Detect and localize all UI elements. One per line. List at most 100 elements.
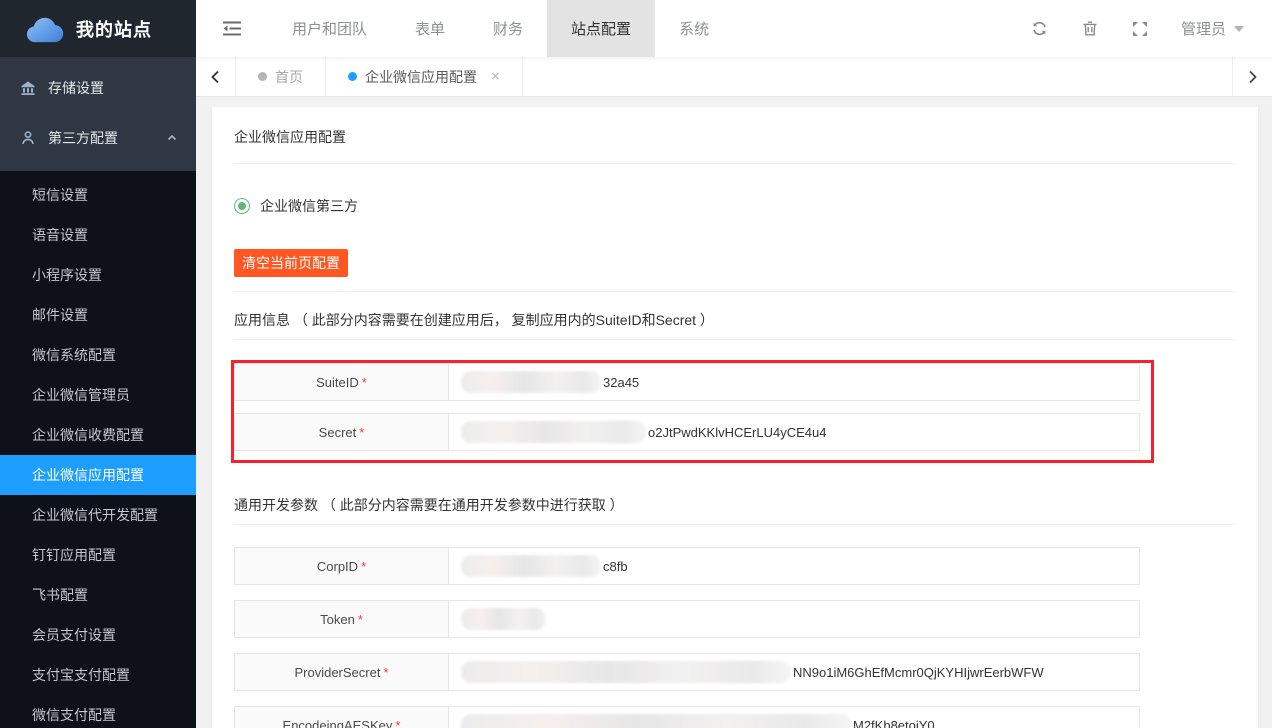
tabs-scroll-left-button[interactable] bbox=[196, 57, 236, 96]
sidebar-item-wecom-admin[interactable]: 企业微信管理员 bbox=[0, 375, 196, 415]
tab-bar: 首页 企业微信应用配置 × bbox=[196, 57, 1272, 97]
chevron-right-icon bbox=[1247, 70, 1258, 84]
field-row-providersecret: ProviderSecret * NN9o1iM6GhEfMcmr0QjKYHI… bbox=[234, 653, 1140, 691]
chevron-left-icon bbox=[210, 70, 221, 84]
nav-item-system[interactable]: 系统 bbox=[655, 0, 733, 57]
nav-item-forms[interactable]: 表单 bbox=[391, 0, 469, 57]
providersecret-input[interactable]: NN9o1iM6GhEfMcmr0QjKYHIjwrEerbWFW bbox=[449, 654, 1139, 690]
sidebar-group-label: 存储设置 bbox=[48, 78, 104, 98]
fullscreen-icon bbox=[1132, 21, 1148, 37]
field-label-text: ProviderSecret bbox=[294, 665, 380, 680]
required-asterisk: * bbox=[362, 375, 367, 390]
sidebar-item-mail[interactable]: 邮件设置 bbox=[0, 295, 196, 335]
main-content: 企业微信应用配置 企业微信第三方 清空当前页配置 应用信息 （ 此部分内容需要在… bbox=[196, 97, 1272, 728]
encodeingaeskey-input[interactable]: M2fKb8etoiY0 bbox=[449, 707, 1139, 728]
common-params-rows: CorpID * c8fb Token * bbox=[234, 547, 1236, 728]
user-menu[interactable]: 管理员 bbox=[1165, 18, 1254, 39]
field-row-encodeingaeskey: EncodeingAESKey * M2fKb8etoiY0 bbox=[234, 706, 1140, 728]
tabs-scroll-right-button[interactable] bbox=[1232, 57, 1272, 96]
required-asterisk: * bbox=[383, 665, 388, 680]
tab-dot bbox=[348, 72, 357, 81]
user-name: 管理员 bbox=[1181, 18, 1226, 39]
sidebar-item-wecom-billing[interactable]: 企业微信收费配置 bbox=[0, 415, 196, 455]
field-label: EncodeingAESKey * bbox=[235, 707, 449, 728]
app-root: 我的站点 存储设置 第三方配置 bbox=[0, 0, 1272, 728]
trash-icon bbox=[1082, 20, 1098, 37]
field-row-secret: Secret * o2JtPwdKKlvHCErLU4yCE4u4 bbox=[234, 413, 1140, 451]
clear-cache-button[interactable] bbox=[1065, 0, 1115, 57]
field-label-text: Secret bbox=[319, 425, 357, 440]
nav-item-finance[interactable]: 财务 bbox=[469, 0, 547, 57]
sidebar-item-wecom-app-config[interactable]: 企业微信应用配置 bbox=[0, 455, 196, 495]
menu-fold-button[interactable] bbox=[196, 0, 268, 57]
top-nav: 用户和团队 表单 财务 站点配置 系统 bbox=[268, 0, 733, 57]
section-heading-app-info: 应用信息 （ 此部分内容需要在创建应用后， 复制应用内的SuiteID和Secr… bbox=[234, 310, 1236, 330]
required-asterisk: * bbox=[361, 559, 366, 574]
suiteid-input[interactable]: 32a45 bbox=[449, 364, 1139, 400]
field-value-text: NN9o1iM6GhEfMcmr0QjKYHIjwrEerbWFW bbox=[793, 665, 1044, 680]
bank-icon bbox=[20, 80, 36, 96]
sidebar-item-member-pay[interactable]: 会员支付设置 bbox=[0, 615, 196, 655]
field-value-text: c8fb bbox=[603, 559, 628, 574]
corpid-input[interactable]: c8fb bbox=[449, 548, 1139, 584]
required-asterisk: * bbox=[359, 425, 364, 440]
provider-radio-row: 企业微信第三方 bbox=[234, 196, 1236, 216]
field-label-text: SuiteID bbox=[316, 375, 359, 390]
tab-label: 首页 bbox=[275, 67, 303, 87]
redacted-value bbox=[461, 608, 546, 630]
secret-input[interactable]: o2JtPwdKKlvHCErLU4yCE4u4 bbox=[449, 414, 1139, 450]
cloud-icon bbox=[22, 14, 64, 44]
radio-dot bbox=[238, 202, 246, 210]
sidebar: 我的站点 存储设置 第三方配置 bbox=[0, 0, 196, 728]
caret-down-icon bbox=[1234, 26, 1244, 32]
radio-wecom-thirdparty[interactable] bbox=[234, 198, 250, 214]
nav-item-site-config[interactable]: 站点配置 bbox=[547, 0, 655, 57]
redacted-value bbox=[461, 555, 601, 577]
brand-title: 我的站点 bbox=[76, 16, 152, 42]
field-value-text: 32a45 bbox=[603, 375, 639, 390]
brand-logo[interactable]: 我的站点 bbox=[0, 0, 196, 57]
highlighted-fields-group: SuiteID * 32a45 Secret * o2JtP bbox=[231, 360, 1154, 463]
refresh-button[interactable] bbox=[1015, 0, 1065, 57]
sidebar-item-feishu[interactable]: 飞书配置 bbox=[0, 575, 196, 615]
sidebar-groups: 存储设置 第三方配置 bbox=[0, 57, 196, 171]
required-asterisk: * bbox=[358, 612, 363, 627]
field-row-suiteid: SuiteID * 32a45 bbox=[234, 363, 1140, 401]
fullscreen-button[interactable] bbox=[1115, 0, 1165, 57]
top-header: 用户和团队 表单 财务 站点配置 系统 bbox=[196, 0, 1272, 57]
sidebar-item-wechat-system[interactable]: 微信系统配置 bbox=[0, 335, 196, 375]
nav-item-users-teams[interactable]: 用户和团队 bbox=[268, 0, 391, 57]
sidebar-submenu: 短信设置 语音设置 小程序设置 邮件设置 微信系统配置 企业微信管理员 企业微信… bbox=[0, 171, 196, 728]
sidebar-item-alipay[interactable]: 支付宝支付配置 bbox=[0, 655, 196, 695]
tab-dot bbox=[258, 72, 267, 81]
sidebar-group-storage[interactable]: 存储设置 bbox=[0, 63, 196, 113]
redacted-value bbox=[461, 661, 791, 683]
sidebar-group-thirdparty[interactable]: 第三方配置 bbox=[0, 113, 196, 163]
tab-wecom-app-config[interactable]: 企业微信应用配置 × bbox=[326, 57, 523, 96]
sidebar-item-sms[interactable]: 短信设置 bbox=[0, 175, 196, 215]
clear-page-config-button[interactable]: 清空当前页配置 bbox=[234, 249, 348, 277]
field-row-corpid: CorpID * c8fb bbox=[234, 547, 1140, 585]
field-label-text: CorpID bbox=[317, 559, 358, 574]
required-asterisk: * bbox=[395, 718, 400, 728]
menu-fold-icon bbox=[223, 21, 241, 36]
header-actions: 管理员 bbox=[1015, 0, 1272, 57]
sidebar-item-wechat-pay[interactable]: 微信支付配置 bbox=[0, 695, 196, 728]
page-title: 企业微信应用配置 bbox=[234, 127, 1236, 147]
tab-home[interactable]: 首页 bbox=[236, 57, 326, 96]
sidebar-item-wecom-dev-proxy[interactable]: 企业微信代开发配置 bbox=[0, 495, 196, 535]
section-heading-common-params: 通用开发参数 （ 此部分内容需要在通用开发参数中进行获取 ） bbox=[234, 495, 1236, 515]
sidebar-item-voice[interactable]: 语音设置 bbox=[0, 215, 196, 255]
field-label: SuiteID * bbox=[235, 364, 449, 400]
field-label-text: Token bbox=[320, 612, 355, 627]
field-label: Token * bbox=[235, 601, 449, 637]
field-row-token: Token * bbox=[234, 600, 1140, 638]
close-icon[interactable]: × bbox=[491, 68, 500, 85]
sidebar-item-dingtalk[interactable]: 钉钉应用配置 bbox=[0, 535, 196, 575]
user-icon bbox=[20, 130, 36, 146]
token-input[interactable] bbox=[449, 601, 1139, 637]
redacted-value bbox=[461, 371, 601, 393]
tab-label: 企业微信应用配置 bbox=[365, 67, 477, 87]
sidebar-item-miniprogram[interactable]: 小程序设置 bbox=[0, 255, 196, 295]
field-label-text: EncodeingAESKey bbox=[283, 718, 393, 728]
